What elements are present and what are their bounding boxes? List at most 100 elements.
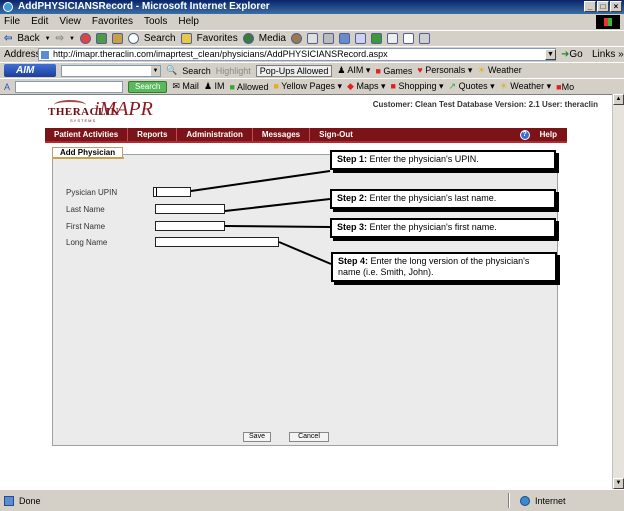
links-button[interactable]: Links » <box>592 48 624 62</box>
maximize-button[interactable]: □ <box>597 1 609 12</box>
favorites-button[interactable]: Favorites <box>197 33 238 44</box>
close-button[interactable]: × <box>610 1 622 12</box>
menu-favorites[interactable]: Favorites <box>92 14 133 30</box>
mail-button[interactable]: ✉ Mail <box>172 81 199 92</box>
aim-search-button[interactable]: Search <box>182 66 211 76</box>
back-button[interactable]: Back <box>17 33 39 44</box>
im-button[interactable]: ♟ IM <box>204 81 225 92</box>
scroll-down-arrow-icon[interactable]: ▼ <box>613 478 624 489</box>
help-icon: ? <box>519 129 530 140</box>
last-name-input[interactable] <box>155 204 225 214</box>
menu-view[interactable]: View <box>59 14 81 30</box>
nav-administration[interactable]: Administration <box>177 128 253 141</box>
search-toolbar: A Search ✉ Mail ♟ IM ■ Allowed ■ Yellow … <box>0 78 624 94</box>
standard-toolbar: ⇦ Back ▼ ⇨ ▼ Search Favorites Media <box>0 30 624 46</box>
go-button[interactable]: ➜Go <box>561 48 583 62</box>
theraclin-sub: SYSTEMS <box>70 118 97 123</box>
step-3-title: Step 3: <box>337 222 368 232</box>
games-button[interactable]: ■ Games <box>375 66 412 76</box>
address-url: http://imapr.theraclin.com/imaprtest_cle… <box>53 49 388 59</box>
dropdown-arrow-icon[interactable]: ▼ <box>69 36 75 42</box>
address-input[interactable]: http://imapr.theraclin.com/imaprtest_cle… <box>38 48 556 61</box>
edit-icon[interactable] <box>338 33 350 44</box>
dropdown-arrow-icon[interactable]: ▼ <box>45 36 51 42</box>
callout-step-1: Step 1: Enter the physician's UPIN. <box>330 150 556 170</box>
toolbar-search-input[interactable] <box>15 80 124 93</box>
stop-icon[interactable] <box>79 33 91 44</box>
nav-sign-out[interactable]: Sign-Out <box>310 128 362 141</box>
history-icon[interactable] <box>290 33 302 44</box>
save-button[interactable]: Save <box>243 432 271 442</box>
status-bar: Done Internet <box>0 489 624 511</box>
step-3-text: Enter the physician's first name. <box>367 222 497 232</box>
allowed-button[interactable]: ■ Allowed <box>230 82 269 92</box>
nav-patient-activities[interactable]: Patient Activities <box>45 128 129 141</box>
popups-allowed-button[interactable]: Pop-Ups Allowed <box>255 64 333 77</box>
upin-input[interactable] <box>153 187 191 197</box>
windows-logo-icon <box>596 15 620 29</box>
scroll-up-arrow-icon[interactable]: ▲ <box>613 94 624 105</box>
weather-toolbar-button[interactable]: ☀ Weather ▾ <box>500 81 551 92</box>
quotes-button[interactable]: ↗ Quotes ▾ <box>449 81 495 92</box>
menu-tools[interactable]: Tools <box>144 14 167 30</box>
maps-button[interactable]: ◆ Maps ▾ <box>347 81 385 92</box>
bluetooth-icon[interactable] <box>418 33 430 44</box>
tab-underline <box>52 157 124 159</box>
address-bar: Address http://imapr.theraclin.com/imapr… <box>0 46 624 62</box>
aim-icon[interactable] <box>402 33 414 44</box>
cancel-button[interactable]: Cancel <box>289 432 329 442</box>
messenger-icon[interactable] <box>370 33 382 44</box>
toolbar-logo-icon: A <box>4 81 11 92</box>
help-link[interactable]: ? Help <box>519 128 557 141</box>
long-name-label: Long Name <box>66 238 108 247</box>
title-bar: AddPHYSICIANSRecord - Microsoft Internet… <box>0 0 624 14</box>
favorites-icon <box>180 33 192 44</box>
research-icon[interactable] <box>386 33 398 44</box>
menu-help[interactable]: Help <box>178 14 199 30</box>
long-name-input[interactable] <box>155 237 279 247</box>
toolbar-search-button[interactable]: Search <box>128 80 168 93</box>
shopping-button[interactable]: ■ Shopping ▾ <box>391 81 444 92</box>
tab-add-physician[interactable]: Add Physician <box>52 147 124 157</box>
callout-step-3: Step 3: Enter the physician's first name… <box>330 218 556 238</box>
menu-file[interactable]: File <box>4 14 20 30</box>
nav-reports[interactable]: Reports <box>128 128 178 141</box>
minimize-button[interactable]: _ <box>584 1 596 12</box>
status-separator <box>508 493 510 508</box>
aim-search-input[interactable] <box>61 64 161 77</box>
media-button[interactable]: Media <box>259 33 286 44</box>
forward-arrow-icon[interactable]: ⇨ <box>56 33 64 44</box>
refresh-icon[interactable] <box>95 33 107 44</box>
address-label: Address <box>4 49 41 60</box>
discuss-icon[interactable] <box>354 33 366 44</box>
menu-bar: File Edit View Favorites Tools Help <box>0 14 624 30</box>
upin-label: Pysician UPIN <box>66 188 118 197</box>
personals-button[interactable]: ♥ Personals ▾ <box>417 65 472 76</box>
vertical-scrollbar[interactable]: ▲ ▼ <box>612 94 624 489</box>
step-1-text: Enter the physician's UPIN. <box>367 154 479 164</box>
print-icon[interactable] <box>322 33 334 44</box>
first-name-input[interactable] <box>155 221 225 231</box>
page-done-icon <box>4 496 14 506</box>
home-icon[interactable] <box>111 33 123 44</box>
nav-messages[interactable]: Messages <box>253 128 311 141</box>
window-title: AddPHYSICIANSRecord - Microsoft Internet… <box>18 1 270 12</box>
status-text: Done <box>19 496 41 506</box>
search-button[interactable]: Search <box>144 33 176 44</box>
mail-icon[interactable] <box>306 33 318 44</box>
globe-icon <box>520 496 530 506</box>
address-dropdown-button[interactable]: ▼ <box>545 49 556 60</box>
callout-step-2: Step 2: Enter the physician's last name. <box>330 189 556 209</box>
window-controls: _ □ × <box>584 1 622 12</box>
yellow-pages-button[interactable]: ■ Yellow Pages ▾ <box>274 81 343 92</box>
aim-logo[interactable]: AIM <box>4 64 56 77</box>
aim-button[interactable]: ♟ AIM ▾ <box>337 65 370 76</box>
status-zone: Internet <box>520 496 566 506</box>
aim-toolbar: AIM 🔍 Search Highlight Pop-Ups Allowed ♟… <box>0 62 624 78</box>
more-button[interactable]: ■Mo <box>556 82 574 92</box>
imapr-logo: iMAPR <box>94 98 153 120</box>
status-left: Done <box>4 496 41 506</box>
menu-edit[interactable]: Edit <box>31 14 48 30</box>
weather-button[interactable]: ☀ Weather <box>477 65 521 76</box>
highlight-button[interactable]: Highlight <box>216 66 251 76</box>
